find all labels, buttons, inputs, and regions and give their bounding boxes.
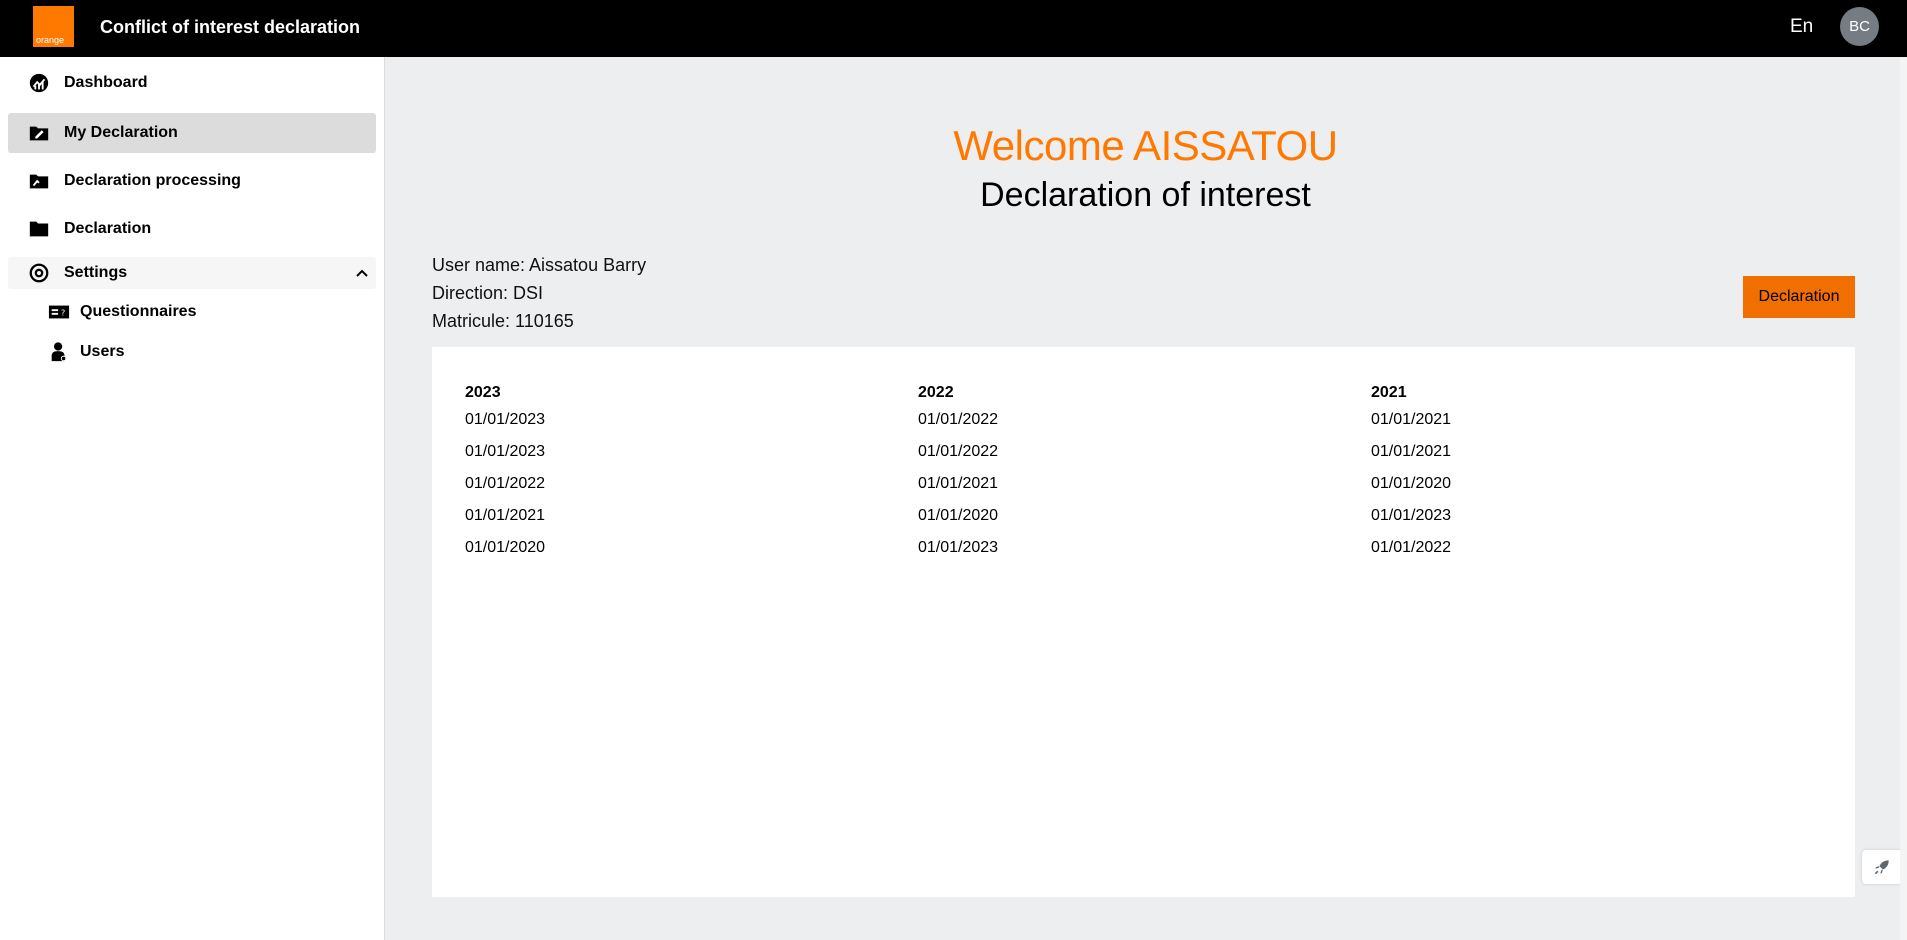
- folder-icon: [29, 221, 49, 237]
- page-subtitle: Declaration of interest: [980, 176, 1311, 214]
- date-cell: 01/01/2021: [465, 507, 546, 524]
- chevron-up-icon[interactable]: [354, 265, 370, 281]
- date-cell: 01/01/2023: [918, 539, 999, 556]
- language-switch[interactable]: En: [1790, 16, 1813, 38]
- declaration-button[interactable]: Declaration: [1743, 276, 1855, 318]
- user-icon: [51, 342, 67, 362]
- sidebar-item-declaration[interactable]: Declaration: [8, 209, 376, 249]
- sidebar-item-label: Settings: [64, 264, 128, 281]
- date-cell: 01/01/2021: [918, 475, 999, 492]
- column-header: 2023: [465, 384, 501, 401]
- sidebar-item-my-declaration[interactable]: My Declaration: [8, 113, 376, 153]
- date-cell: 01/01/2023: [1371, 507, 1452, 524]
- direction-text: Direction: DSI: [432, 283, 544, 303]
- date-cell: 01/01/2023: [465, 443, 546, 460]
- logo-text: orange: [36, 35, 65, 45]
- year-column-2021: 2021 01/01/2021 01/01/2021 01/01/2020 01…: [1371, 382, 1451, 564]
- date-cell: 01/01/2020: [1371, 475, 1452, 492]
- matricule-text: Matricule: 110165: [432, 311, 574, 331]
- date-cell: 01/01/2022: [918, 443, 999, 460]
- top-bar: orange Conflict of interest declaration …: [0, 0, 1907, 57]
- declarations-card: 2023 01/01/2023 01/01/2023 01/01/2022 01…: [432, 347, 1855, 897]
- column-header: 2022: [918, 384, 954, 401]
- sidebar-item-settings[interactable]: Settings: [8, 257, 376, 289]
- date-cell: 01/01/2021: [1371, 411, 1452, 428]
- sidebar-item-label: Users: [80, 343, 125, 360]
- gear-icon: [29, 263, 49, 283]
- sidebar-item-label: Declaration: [64, 220, 152, 237]
- folder-processing-icon: [29, 174, 49, 189]
- date-cell: 01/01/2022: [918, 411, 999, 428]
- sidebar: Dashboard My Declaration Declaration pro…: [0, 57, 385, 940]
- edit-folder-icon: [29, 126, 49, 141]
- dashboard-icon: [29, 73, 49, 93]
- sidebar-item-label: My Declaration: [64, 124, 178, 141]
- questionnaire-icon: ?: [48, 305, 70, 319]
- date-cell: 01/01/2021: [1371, 443, 1452, 460]
- date-cell: 01/01/2020: [465, 539, 546, 556]
- sidebar-item-declaration-processing[interactable]: Declaration processing: [8, 161, 376, 201]
- year-column-2023: 2023 01/01/2023 01/01/2023 01/01/2022 01…: [465, 382, 545, 564]
- date-cell: 01/01/2022: [465, 475, 546, 492]
- date-cell: 01/01/2020: [918, 507, 999, 524]
- sidebar-item-users[interactable]: Users: [40, 335, 370, 369]
- welcome-heading: Welcome AISSATOU: [953, 122, 1338, 169]
- app-title: Conflict of interest declaration: [100, 17, 361, 37]
- sidebar-item-label: Dashboard: [64, 74, 148, 91]
- avatar[interactable]: BC: [1840, 7, 1879, 46]
- sidebar-item-label: Declaration processing: [64, 172, 241, 189]
- date-cell: 01/01/2023: [465, 411, 546, 428]
- sidebar-item-questionnaires[interactable]: ? Questionnaires: [40, 295, 370, 329]
- sidebar-item-dashboard[interactable]: Dashboard: [8, 63, 376, 103]
- sidebar-item-label: Questionnaires: [80, 303, 197, 320]
- svg-text:?: ?: [61, 308, 65, 318]
- user-name-text: User name: Aissatou Barry: [432, 255, 647, 275]
- rocket-icon[interactable]: [1862, 850, 1902, 884]
- orange-logo[interactable]: orange: [33, 6, 74, 47]
- column-header: 2021: [1371, 384, 1407, 401]
- year-column-2022: 2022 01/01/2022 01/01/2022 01/01/2021 01…: [918, 382, 998, 564]
- date-cell: 01/01/2022: [1371, 539, 1452, 556]
- scrollbar[interactable]: [1900, 57, 1907, 940]
